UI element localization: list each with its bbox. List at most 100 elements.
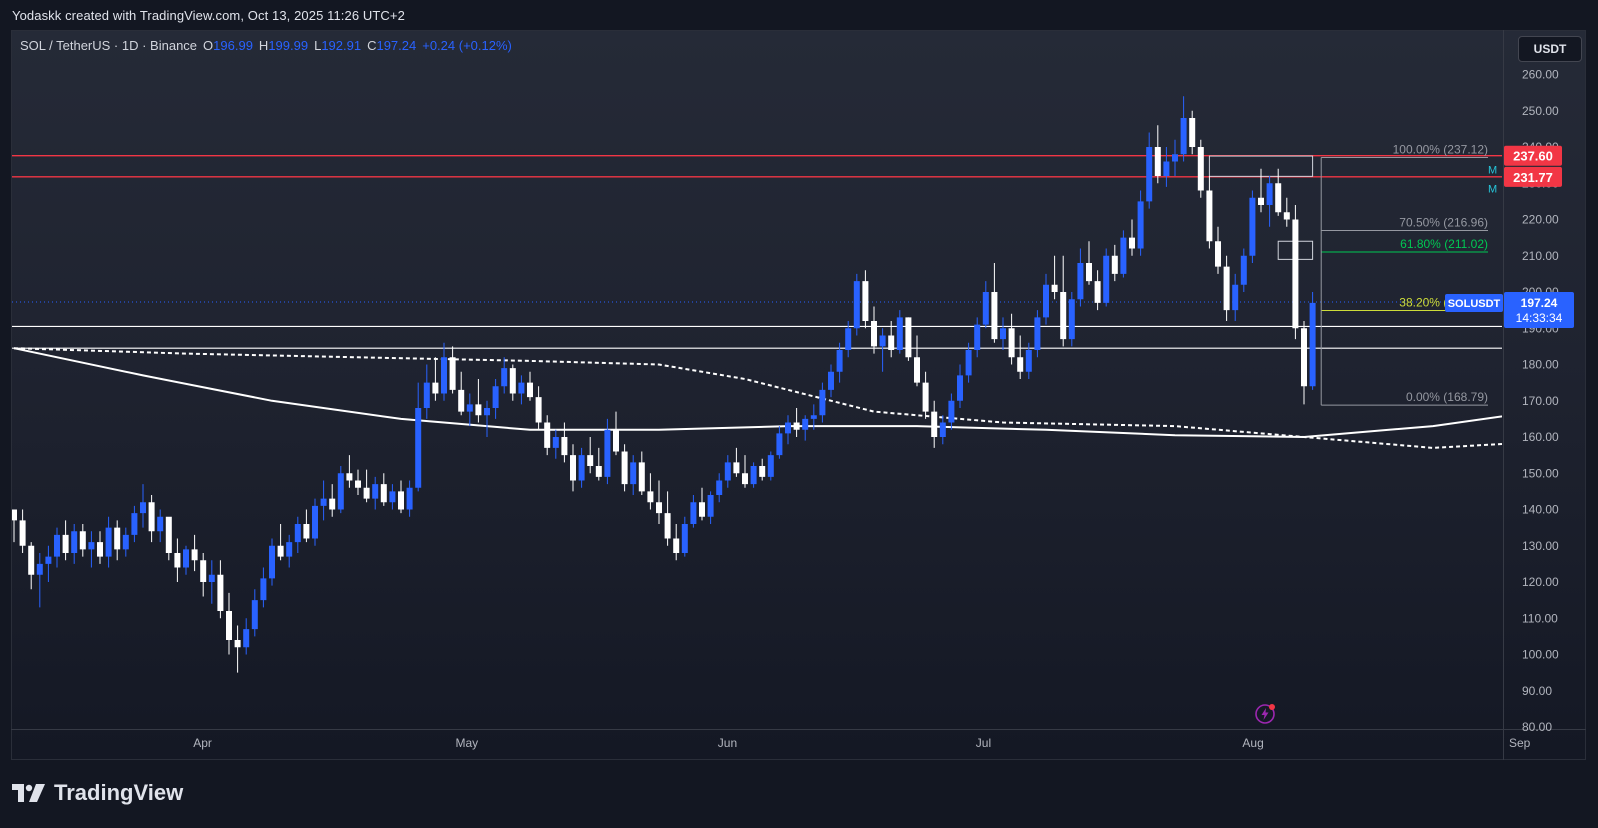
candle-body[interactable] xyxy=(1275,183,1282,213)
candle-body[interactable] xyxy=(888,335,895,351)
candle-body[interactable] xyxy=(802,418,809,430)
candle-body[interactable] xyxy=(1146,147,1153,202)
candle-body[interactable] xyxy=(527,382,533,398)
candle-body[interactable] xyxy=(647,491,654,503)
candle-body[interactable] xyxy=(303,524,310,539)
candle-body[interactable] xyxy=(183,549,189,568)
candle-body[interactable] xyxy=(1017,357,1024,372)
candle-body[interactable] xyxy=(638,462,645,492)
candle-body[interactable] xyxy=(114,527,121,550)
candle-body[interactable] xyxy=(243,629,250,648)
candle-body[interactable] xyxy=(965,350,972,376)
candle-body[interactable] xyxy=(561,437,568,456)
candle-body[interactable] xyxy=(1197,147,1204,191)
price-chart[interactable]: 260.00250.00240.00230.00220.00210.00200.… xyxy=(0,0,1598,828)
candle-body[interactable] xyxy=(750,466,757,485)
candle-body[interactable] xyxy=(690,502,697,524)
candle-body[interactable] xyxy=(441,357,447,394)
candle-body[interactable] xyxy=(1258,197,1264,205)
candle-body[interactable] xyxy=(630,462,637,485)
candle-body[interactable] xyxy=(1180,118,1187,155)
candle-body[interactable] xyxy=(991,292,998,340)
candle-body[interactable] xyxy=(664,513,671,539)
candle-body[interactable] xyxy=(36,563,43,575)
candle-body[interactable] xyxy=(759,466,766,477)
candle-body[interactable] xyxy=(604,429,611,477)
candle-body[interactable] xyxy=(475,404,482,416)
candle-body[interactable] xyxy=(165,516,172,553)
candle-body[interactable] xyxy=(570,455,576,481)
candle-body[interactable] xyxy=(355,480,361,488)
candle-body[interactable] xyxy=(363,487,370,499)
candle-body[interactable] xyxy=(673,538,680,554)
candle-body[interactable] xyxy=(1301,328,1307,387)
candle-body[interactable] xyxy=(862,281,869,321)
candle-body[interactable] xyxy=(724,462,731,481)
candle-body[interactable] xyxy=(853,281,860,329)
candle-body[interactable] xyxy=(1163,161,1170,177)
plot-area[interactable]: 100.00% (237.12) 70.50% (216.96) 61.80% (2… xyxy=(11,96,1598,673)
candle-body[interactable] xyxy=(122,534,129,550)
candle-body[interactable] xyxy=(226,611,232,640)
currency-button[interactable]: USDT xyxy=(1518,36,1582,62)
candle-body[interactable] xyxy=(707,495,714,517)
candle-body[interactable] xyxy=(656,502,662,514)
chart-marker[interactable]: M xyxy=(1488,164,1497,176)
candle-body[interactable] xyxy=(552,437,559,448)
candle-body[interactable] xyxy=(105,527,112,557)
candle-body[interactable] xyxy=(200,560,207,582)
candle-body[interactable] xyxy=(1292,219,1299,329)
candle-body[interactable] xyxy=(1283,212,1290,220)
candle-body[interactable] xyxy=(948,400,955,423)
candle-body[interactable] xyxy=(914,357,920,383)
candle-body[interactable] xyxy=(286,542,293,557)
candle-body[interactable] xyxy=(484,408,490,416)
candle-body[interactable] xyxy=(1309,302,1316,387)
candle-body[interactable] xyxy=(260,578,267,601)
candle-body[interactable] xyxy=(1266,183,1273,205)
candle-body[interactable] xyxy=(793,422,800,430)
candle-body[interactable] xyxy=(1232,284,1239,311)
candle-body[interactable] xyxy=(277,545,284,557)
candle-body[interactable] xyxy=(1008,328,1015,358)
candle-body[interactable] xyxy=(1077,263,1084,300)
candle-body[interactable] xyxy=(1094,281,1101,303)
candle-body[interactable] xyxy=(544,422,551,448)
candle-body[interactable] xyxy=(1060,292,1067,340)
candle-body[interactable] xyxy=(174,553,181,568)
candle-body[interactable] xyxy=(957,375,963,401)
candle-body[interactable] xyxy=(836,350,843,372)
candle-body[interactable] xyxy=(492,386,499,408)
candle-body[interactable] xyxy=(767,455,774,477)
candle-body[interactable] xyxy=(346,473,353,481)
candle-body[interactable] xyxy=(79,531,86,550)
candle-body[interactable] xyxy=(140,502,146,514)
candle-body[interactable] xyxy=(1000,328,1006,340)
candle-body[interactable] xyxy=(45,556,52,564)
candle-body[interactable] xyxy=(1051,284,1058,292)
candle-body[interactable] xyxy=(1215,241,1221,267)
candle-body[interactable] xyxy=(11,509,17,521)
candle-body[interactable] xyxy=(828,371,834,390)
candle-body[interactable] xyxy=(1223,266,1230,311)
candle-body[interactable] xyxy=(466,404,473,412)
candle-body[interactable] xyxy=(372,484,379,499)
candle-body[interactable] xyxy=(896,317,903,350)
candle-body[interactable] xyxy=(19,520,26,546)
candle-body[interactable] xyxy=(312,505,318,539)
candle-body[interactable] xyxy=(922,382,929,412)
candle-body[interactable] xyxy=(157,516,164,532)
candle-body[interactable] xyxy=(1120,237,1127,274)
candle-body[interactable] xyxy=(251,600,258,630)
candle-body[interactable] xyxy=(71,531,78,553)
candle-body[interactable] xyxy=(320,498,327,506)
candle-body[interactable] xyxy=(871,321,877,347)
candle-body[interactable] xyxy=(819,389,826,416)
candle-body[interactable] xyxy=(578,455,585,481)
candle-body[interactable] xyxy=(423,382,430,408)
candle-body[interactable] xyxy=(432,382,439,394)
candle-body[interactable] xyxy=(337,473,344,510)
candle-body[interactable] xyxy=(234,640,241,648)
candle-body[interactable] xyxy=(415,408,422,488)
candle-body[interactable] xyxy=(681,524,688,553)
